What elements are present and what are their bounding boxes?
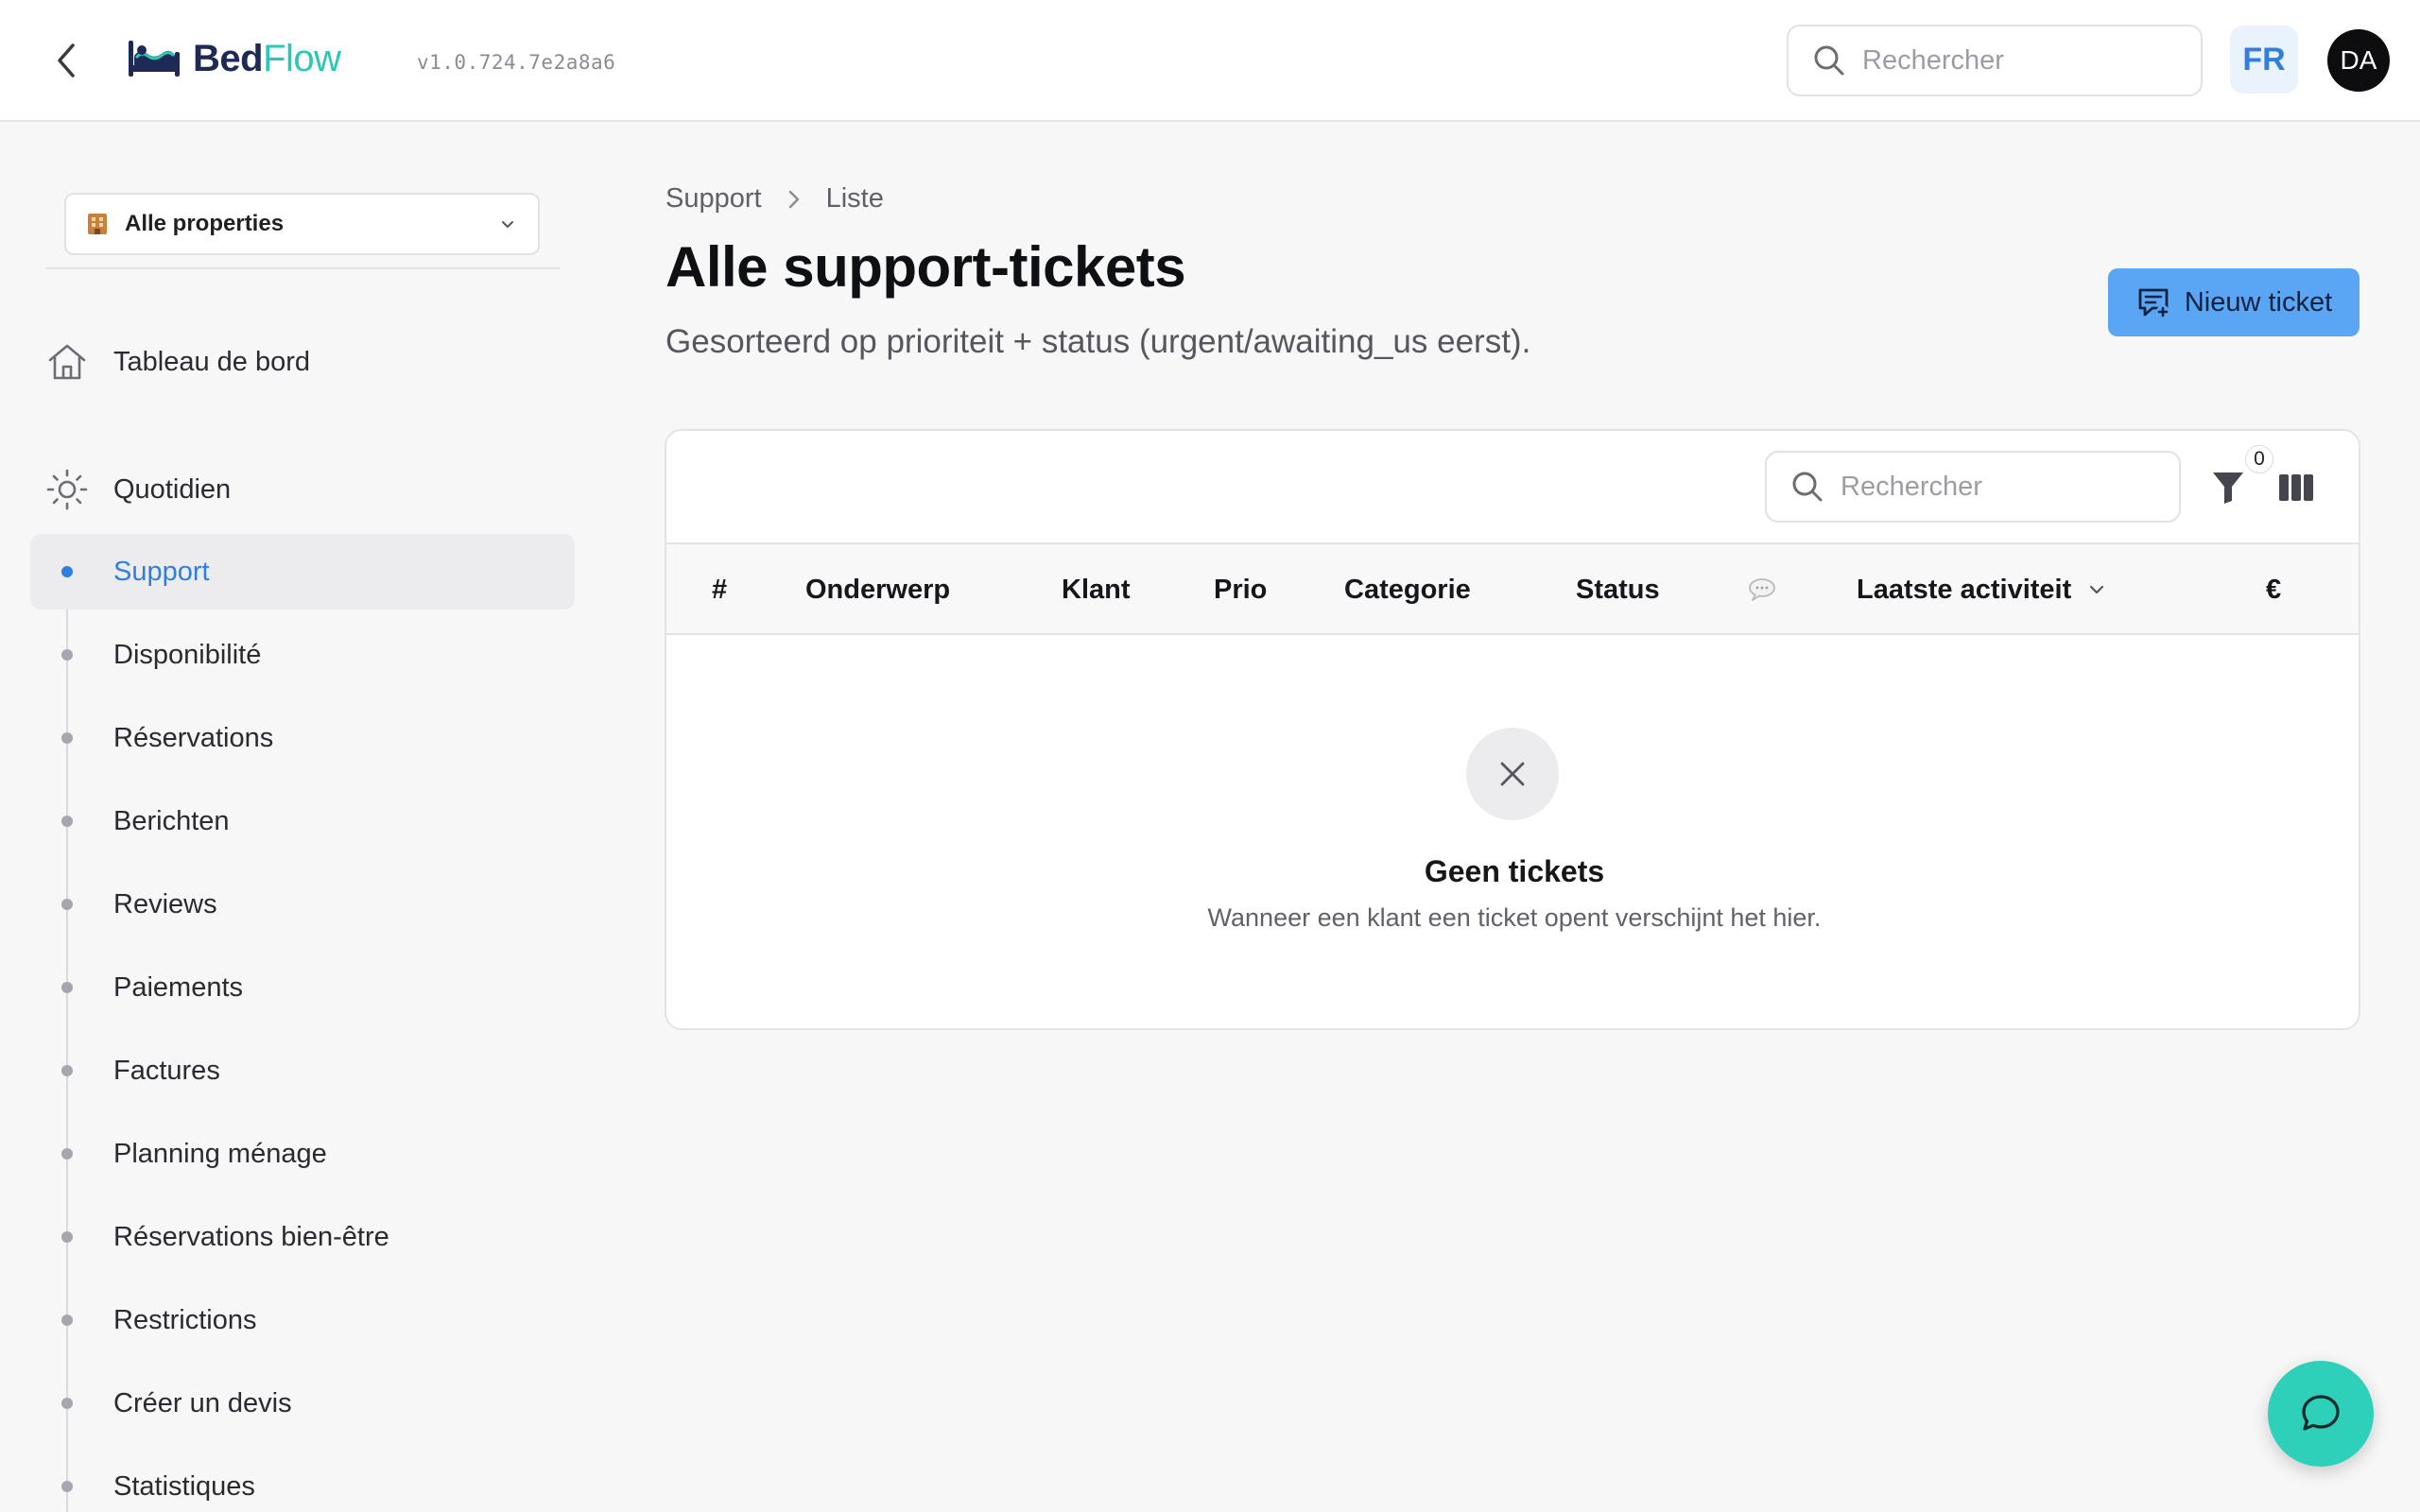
sidebar-item-messages[interactable]: Berichten <box>0 798 567 845</box>
table-header: # Onderwerp Klant Prio Categorie Status … <box>666 542 2359 635</box>
new-ticket-button[interactable]: Nieuw ticket <box>2108 268 2360 336</box>
speech-bubble-icon <box>1749 578 1775 601</box>
column-header-category[interactable]: Categorie <box>1344 544 1471 635</box>
sidebar-bullet <box>61 732 73 744</box>
columns-button[interactable] <box>2277 469 2315 507</box>
sidebar-item-reviews[interactable]: Reviews <box>0 881 567 928</box>
sidebar-bullet <box>61 649 73 661</box>
building-icon <box>88 214 107 234</box>
sidebar-item-reservations[interactable]: Réservations <box>0 714 567 762</box>
breadcrumb-item-support[interactable]: Support <box>666 183 762 215</box>
filter-button[interactable] <box>2209 469 2247 507</box>
sidebar-item-label: Planning ménage <box>113 1138 327 1169</box>
app-logo[interactable]: BedFlow <box>127 34 341 83</box>
table-search[interactable] <box>1765 451 2181 523</box>
sidebar-item-cleaning-planning[interactable]: Planning ménage <box>0 1130 567 1177</box>
sidebar-bullet <box>61 1314 73 1326</box>
sidebar-bullet <box>61 1481 73 1492</box>
sidebar-divider <box>45 267 560 269</box>
search-icon <box>1792 472 1823 502</box>
global-search-input[interactable] <box>1862 44 2146 77</box>
sidebar-item-label: Factures <box>113 1055 220 1086</box>
column-header-last-activity-label: Laatste activiteit <box>1857 574 2072 605</box>
empty-state-title: Geen tickets <box>1424 854 1605 888</box>
column-header-customer[interactable]: Klant <box>1062 544 1131 635</box>
sidebar-item-invoices[interactable]: Factures <box>0 1047 567 1094</box>
sidebar-bullet <box>61 816 73 827</box>
chevron-right-icon <box>786 188 802 211</box>
sidebar-item-availability[interactable]: Disponibilité <box>0 631 567 679</box>
sidebar-bullet <box>61 982 73 993</box>
app-version: v1.0.724.7e2a8a6 <box>417 51 616 74</box>
sidebar-item-label: Restrictions <box>113 1304 257 1335</box>
empty-state-icon <box>1466 728 1559 820</box>
sidebar-item-wellness-reservations[interactable]: Réservations bien-être <box>0 1213 567 1261</box>
sidebar-section-daily-label: Quotidien <box>113 473 232 505</box>
sidebar-item-statistics[interactable]: Statistiques <box>0 1463 567 1510</box>
close-icon <box>1500 762 1525 786</box>
sidebar-bullet <box>61 566 73 577</box>
global-search[interactable] <box>1787 25 2203 96</box>
sidebar-bullet <box>61 1148 73 1160</box>
sidebar-bullet <box>61 899 73 910</box>
sidebar-item-label: Reviews <box>113 888 217 919</box>
sidebar-item-dashboard-label: Tableau de bord <box>113 346 310 377</box>
sidebar-item-label: Paiements <box>113 971 244 1003</box>
chat-bubble-icon <box>2302 1395 2340 1431</box>
sidebar-bullet <box>61 1231 73 1243</box>
property-selector[interactable]: Alle properties <box>64 193 540 255</box>
filter-count-badge: 0 <box>2245 445 2273 473</box>
user-avatar[interactable]: DA <box>2327 29 2390 92</box>
sidebar-section-daily[interactable]: Quotidien <box>45 465 231 514</box>
sidebar-item-label: Disponibilité <box>113 639 262 670</box>
home-icon <box>48 344 86 380</box>
column-header-messages[interactable] <box>1748 544 1776 635</box>
breadcrumb-item-list: Liste <box>825 183 884 214</box>
empty-state-text: Wanneer een klant een ticket opent versc… <box>1207 903 1822 932</box>
back-button[interactable] <box>47 40 85 81</box>
bed-icon <box>129 41 180 77</box>
sidebar-item-label: Créer un devis <box>113 1387 292 1418</box>
sidebar-item-dashboard[interactable]: Tableau de bord <box>45 335 310 388</box>
sidebar-item-support[interactable]: Support <box>0 548 567 595</box>
logo-flow-text: Flow <box>263 37 341 79</box>
chevron-left-icon <box>58 43 75 77</box>
column-header-last-activity[interactable]: Laatste activiteit <box>1857 544 2107 635</box>
breadcrumb: Support Liste <box>666 183 884 215</box>
column-header-subject[interactable]: Onderwerp <box>805 544 950 635</box>
chevron-down-icon <box>2090 585 2104 594</box>
logo-bed-text: Bed <box>193 37 264 79</box>
columns-icon <box>2279 474 2313 501</box>
column-header-id[interactable]: # <box>712 544 727 635</box>
sidebar-item-label: Berichten <box>113 805 230 836</box>
sidebar-item-label: Réservations bien-être <box>113 1221 389 1252</box>
sidebar-bullet <box>61 1065 73 1076</box>
property-selector-label: Alle properties <box>125 211 285 236</box>
sidebar-item-label: Statistiques <box>113 1470 255 1502</box>
chevron-down-icon <box>502 221 513 228</box>
sidebar-bullet <box>61 1398 73 1409</box>
sun-icon <box>46 469 88 510</box>
sidebar-item-payments[interactable]: Paiements <box>0 964 567 1011</box>
top-bar: BedFlow v1.0.724.7e2a8a6 FR DA <box>0 0 2420 122</box>
search-icon <box>1814 45 1844 76</box>
new-ticket-button-label: Nieuw ticket <box>2184 286 2333 318</box>
chat-button[interactable] <box>2268 1361 2374 1467</box>
language-switcher[interactable]: FR <box>2230 26 2298 94</box>
column-header-status[interactable]: Status <box>1576 544 1660 635</box>
sidebar-item-create-quote[interactable]: Créer un devis <box>0 1380 567 1427</box>
sidebar-item-label: Support <box>113 556 210 587</box>
page-title: Alle support-tickets <box>666 235 1186 299</box>
sidebar-tree-line <box>66 558 68 1512</box>
message-plus-icon <box>2138 288 2169 318</box>
sidebar-item-label: Réservations <box>113 722 274 753</box>
column-header-priority[interactable]: Prio <box>1214 544 1267 635</box>
tickets-table-card: 0 # Onderwerp Klant Prio Categorie Statu… <box>665 429 2360 1030</box>
filter-icon <box>2213 472 2243 504</box>
table-search-input[interactable] <box>1841 471 2124 503</box>
page-subtitle: Gesorteerd op prioriteit + status (urgen… <box>666 323 1531 360</box>
sidebar-item-restrictions[interactable]: Restrictions <box>0 1297 567 1344</box>
column-header-amount[interactable]: € <box>2266 544 2281 635</box>
